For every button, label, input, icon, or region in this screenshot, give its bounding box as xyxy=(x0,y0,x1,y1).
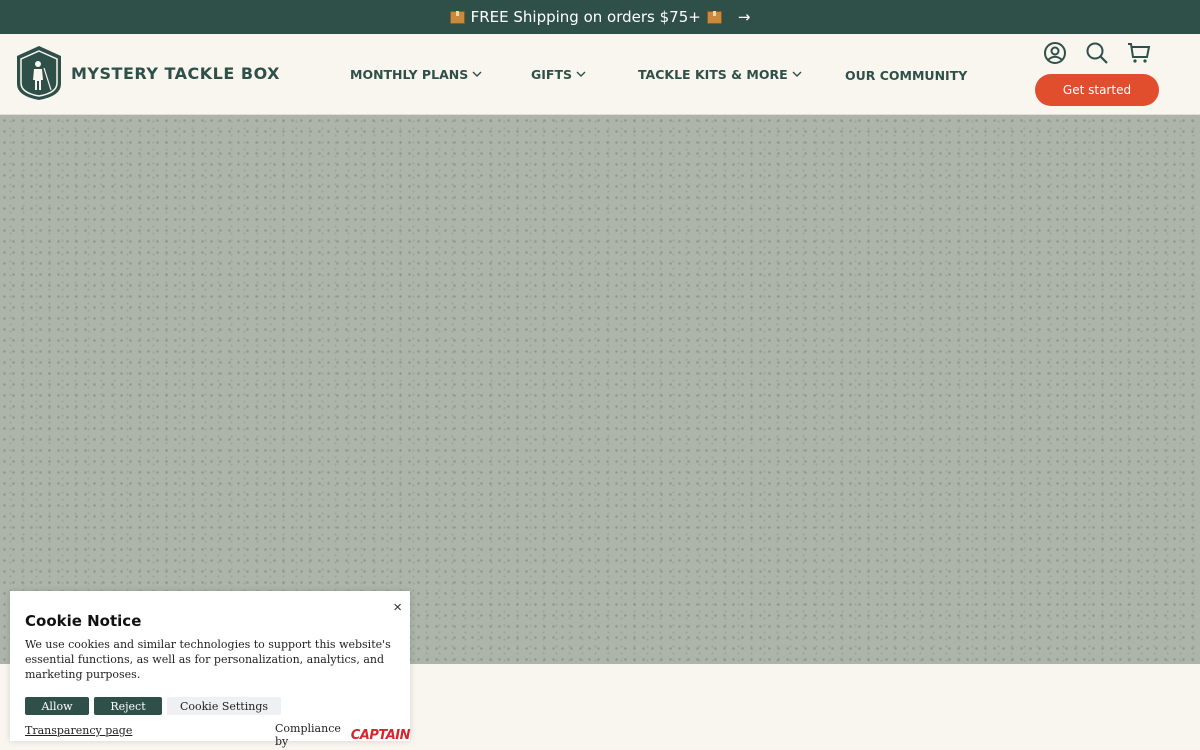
cookie-notice: × Cookie Notice We use cookies and simil… xyxy=(10,591,411,748)
arrow-right-icon[interactable]: → xyxy=(738,8,751,26)
announcement-text: FREE Shipping on orders $75+ xyxy=(470,8,701,26)
account-icon[interactable] xyxy=(1043,41,1067,65)
reject-button[interactable]: Reject xyxy=(94,697,162,715)
nav-monthly-plans[interactable]: MONTHLY PLANS xyxy=(350,67,482,82)
nav-label: GIFTS xyxy=(531,67,572,82)
chevron-down-icon xyxy=(792,71,802,77)
logo-badge-icon xyxy=(17,46,61,100)
cart-icon[interactable] xyxy=(1127,41,1151,65)
announcement-bar[interactable]: FREE Shipping on orders $75+ → xyxy=(0,0,1200,34)
compliance-credit: Compliance by CAPTAIN xyxy=(275,722,411,748)
cookie-body: We use cookies and similar technologies … xyxy=(25,638,391,681)
captain-logo[interactable]: CAPTAIN xyxy=(351,728,411,743)
nav-gifts[interactable]: GIFTS xyxy=(531,67,586,82)
allow-button[interactable]: Allow xyxy=(25,697,89,715)
nav-label: TACKLE KITS & MORE xyxy=(638,67,788,82)
package-icon xyxy=(449,10,465,24)
nav-our-community[interactable]: OUR COMMUNITY xyxy=(845,68,967,83)
chevron-down-icon xyxy=(576,71,586,77)
nav-label: OUR COMMUNITY xyxy=(845,68,968,83)
cookie-title: Cookie Notice xyxy=(25,612,142,630)
hero-banner xyxy=(0,115,1200,664)
get-started-button[interactable]: Get started xyxy=(1035,74,1159,106)
cookie-settings-button[interactable]: Cookie Settings xyxy=(167,697,281,715)
logo-text: MYSTERY TACKLE BOX xyxy=(71,63,280,83)
compliance-label: Compliance by xyxy=(275,722,341,748)
close-icon[interactable]: × xyxy=(393,599,402,616)
nav-label: MONTHLY PLANS xyxy=(350,67,469,82)
logo[interactable]: MYSTERY TACKLE BOX xyxy=(13,44,280,102)
header-icons xyxy=(1043,41,1151,65)
transparency-link[interactable]: Transparency page xyxy=(25,724,132,737)
nav-tackle-kits[interactable]: TACKLE KITS & MORE xyxy=(638,67,802,82)
search-icon[interactable] xyxy=(1085,41,1109,65)
chevron-down-icon xyxy=(472,71,482,77)
cookie-buttons: Allow Reject Cookie Settings xyxy=(25,697,281,715)
package-icon xyxy=(706,10,722,24)
site-header: MYSTERY TACKLE BOX MONTHLY PLANS GIFTS T… xyxy=(0,34,1200,115)
